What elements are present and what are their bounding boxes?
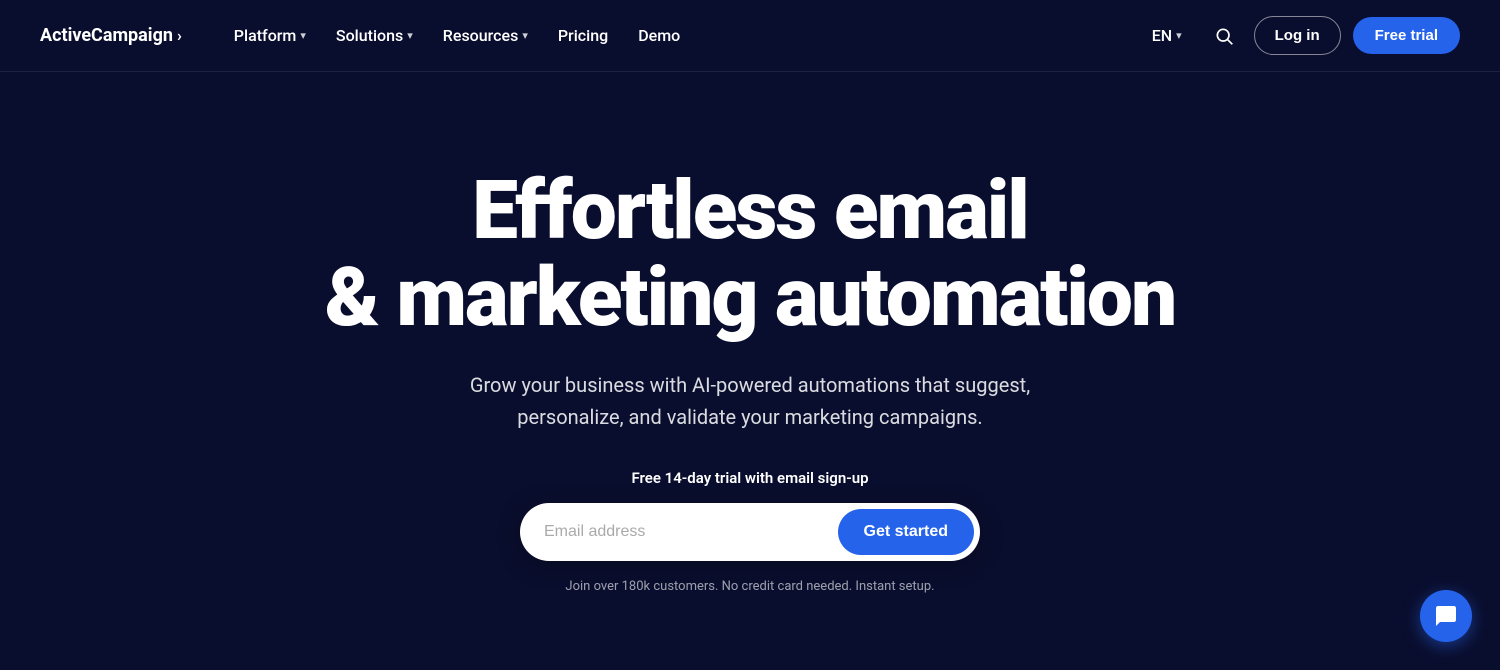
hero-subtitle: Grow your business with AI-powered autom… [460,369,1040,433]
hero-title-line2: & marketing automation [325,250,1176,346]
fine-print: Join over 180k customers. No credit card… [565,579,934,594]
language-selector[interactable]: EN ▾ [1140,18,1194,53]
search-button[interactable] [1206,18,1242,54]
nav-item-demo[interactable]: Demo [626,18,692,53]
hero-title: Effortless email & marketing automation [325,168,1176,340]
nav-item-solutions[interactable]: Solutions ▾ [324,18,425,53]
nav-demo-label: Demo [638,26,680,45]
logo-text: ActiveCampaign [40,25,173,46]
trial-label: Free 14-day trial with email sign-up [631,469,868,487]
email-form: Get started [520,503,980,561]
logo-arrow: › [177,26,182,45]
chevron-down-icon: ▾ [407,29,413,42]
nav-item-resources[interactable]: Resources ▾ [431,18,540,53]
chevron-down-icon: ▾ [1176,29,1182,42]
login-button[interactable]: Log in [1254,16,1341,55]
nav-left: ActiveCampaign › Platform ▾ Solutions ▾ … [40,18,692,53]
nav-solutions-label: Solutions [336,26,403,45]
nav-links: Platform ▾ Solutions ▾ Resources ▾ Prici… [222,18,692,53]
free-trial-button[interactable]: Free trial [1353,17,1460,54]
nav-pricing-label: Pricing [558,26,608,45]
chat-bubble-button[interactable] [1420,590,1472,642]
hero-section: Effortless email & marketing automation … [0,72,1500,670]
get-started-button[interactable]: Get started [838,509,974,555]
nav-resources-label: Resources [443,26,519,45]
nav-platform-label: Platform [234,26,297,45]
nav-right: EN ▾ Log in Free trial [1140,16,1460,55]
search-icon [1214,26,1234,46]
navbar: ActiveCampaign › Platform ▾ Solutions ▾ … [0,0,1500,72]
nav-item-platform[interactable]: Platform ▾ [222,18,318,53]
chevron-down-icon: ▾ [300,29,306,42]
lang-label: EN [1152,26,1172,45]
chevron-down-icon: ▾ [522,29,528,42]
nav-item-pricing[interactable]: Pricing [546,18,620,53]
chat-icon [1434,604,1458,628]
hero-title-line1: Effortless email [472,163,1028,259]
email-input[interactable] [544,523,838,541]
logo[interactable]: ActiveCampaign › [40,25,182,46]
